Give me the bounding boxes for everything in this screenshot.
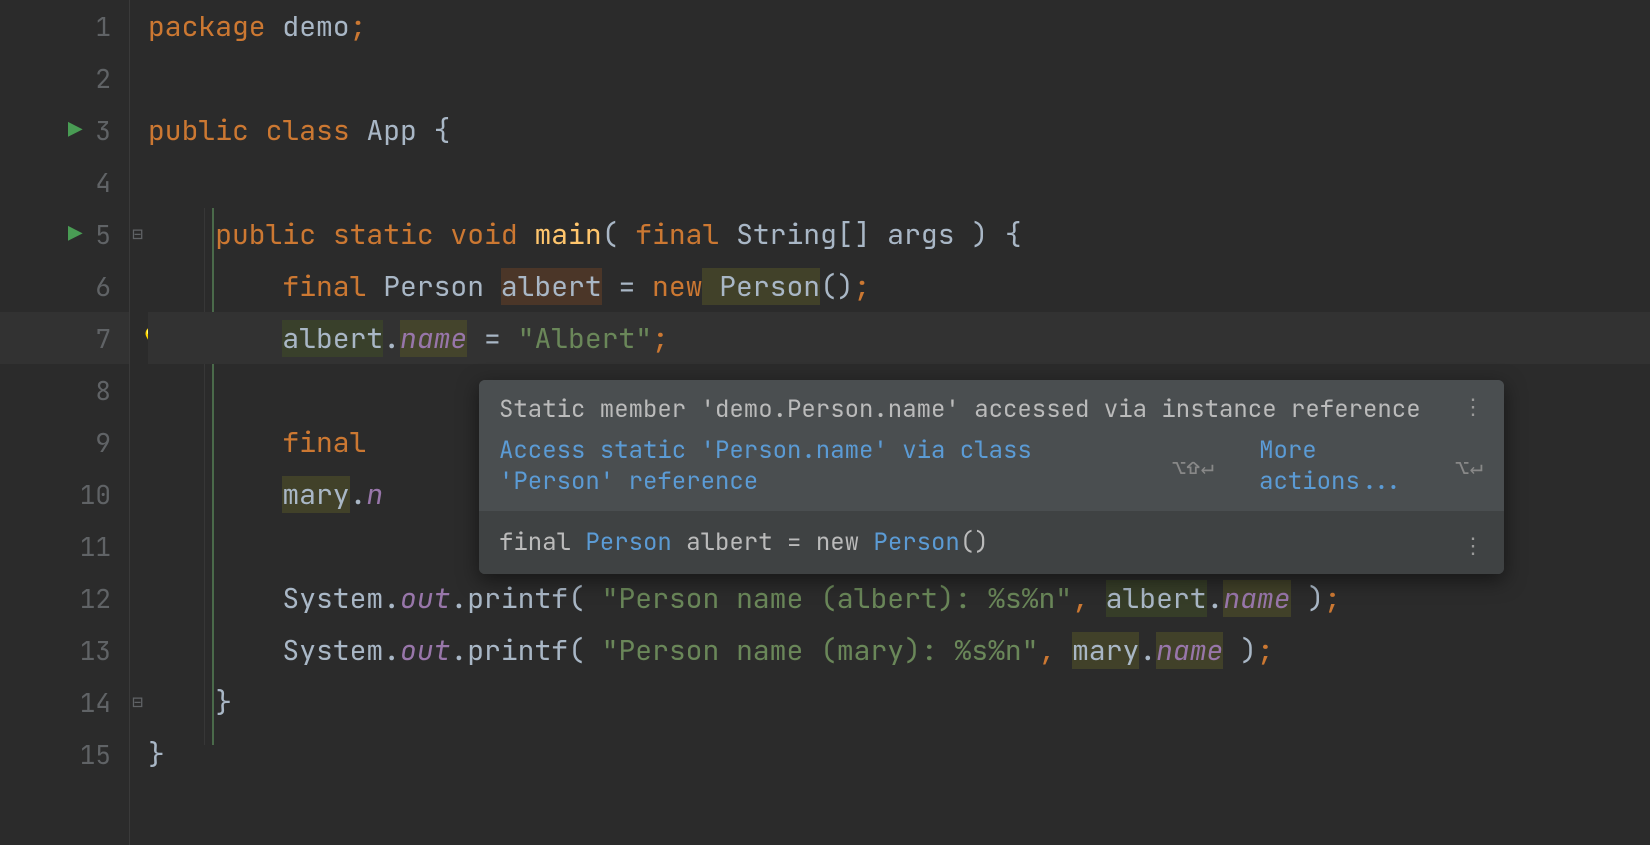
line-number: 7 — [71, 321, 111, 356]
line-number: 12 — [71, 581, 111, 616]
code-line-3[interactable]: public class App { — [148, 104, 1650, 156]
line-number: 8 — [71, 373, 111, 408]
line-number: 14 — [71, 685, 111, 720]
code-line-7[interactable]: albert.name = "Albert"; — [148, 312, 1650, 364]
more-actions-shortcut: ⌥↵ — [1456, 452, 1484, 481]
code-line-6[interactable]: final Person albert = new Person(); — [148, 260, 1650, 312]
code-line-2[interactable] — [148, 52, 1650, 104]
quickfix-shortcut: ⌥⇧↵ — [1172, 452, 1215, 481]
code-line-15[interactable]: } — [148, 728, 1650, 780]
line-number: 13 — [71, 633, 111, 668]
code-area[interactable]: package demo; public class App { public … — [130, 0, 1650, 845]
line-number: 1 — [71, 9, 111, 44]
run-icon[interactable]: ▶ — [68, 219, 82, 250]
code-line-12[interactable]: System.out.printf( "Person name (albert)… — [148, 572, 1650, 624]
more-actions-link[interactable]: More actions... — [1259, 435, 1433, 497]
inspection-popup: Static member 'demo.Person.name' accesse… — [479, 380, 1504, 574]
doc-menu-icon[interactable]: ⋮ — [1462, 531, 1486, 560]
code-line-13[interactable]: System.out.printf( "Person name (mary): … — [148, 624, 1650, 676]
line-number: 4 — [71, 165, 111, 200]
popup-menu-icon[interactable]: ⋮ — [1462, 392, 1486, 421]
inspection-message: Static member 'demo.Person.name' accesse… — [499, 394, 1484, 425]
gutter: 1 2 3 ▶ 4 5 ▶ ⊟ 6 7 💡 8 9 10 11 12 13 14… — [0, 0, 130, 845]
quick-doc: final Person albert = new Person() ⋮ — [479, 511, 1504, 574]
code-line-1[interactable]: package demo; — [148, 0, 1650, 52]
line-number: 15 — [71, 737, 111, 772]
line-number: 6 — [71, 269, 111, 304]
code-editor[interactable]: 1 2 3 ▶ 4 5 ▶ ⊟ 6 7 💡 8 9 10 11 12 13 14… — [0, 0, 1650, 845]
line-number: 11 — [71, 529, 111, 564]
line-number: 2 — [71, 61, 111, 96]
code-line-4[interactable] — [148, 156, 1650, 208]
quickfix-link[interactable]: Access static 'Person.name' via class 'P… — [499, 435, 1150, 497]
line-number: 9 — [71, 425, 111, 460]
code-line-14[interactable]: } — [148, 676, 1650, 728]
line-number: 10 — [71, 477, 111, 512]
run-icon[interactable]: ▶ — [68, 115, 82, 146]
code-line-5[interactable]: public static void main( final String[] … — [148, 208, 1650, 260]
